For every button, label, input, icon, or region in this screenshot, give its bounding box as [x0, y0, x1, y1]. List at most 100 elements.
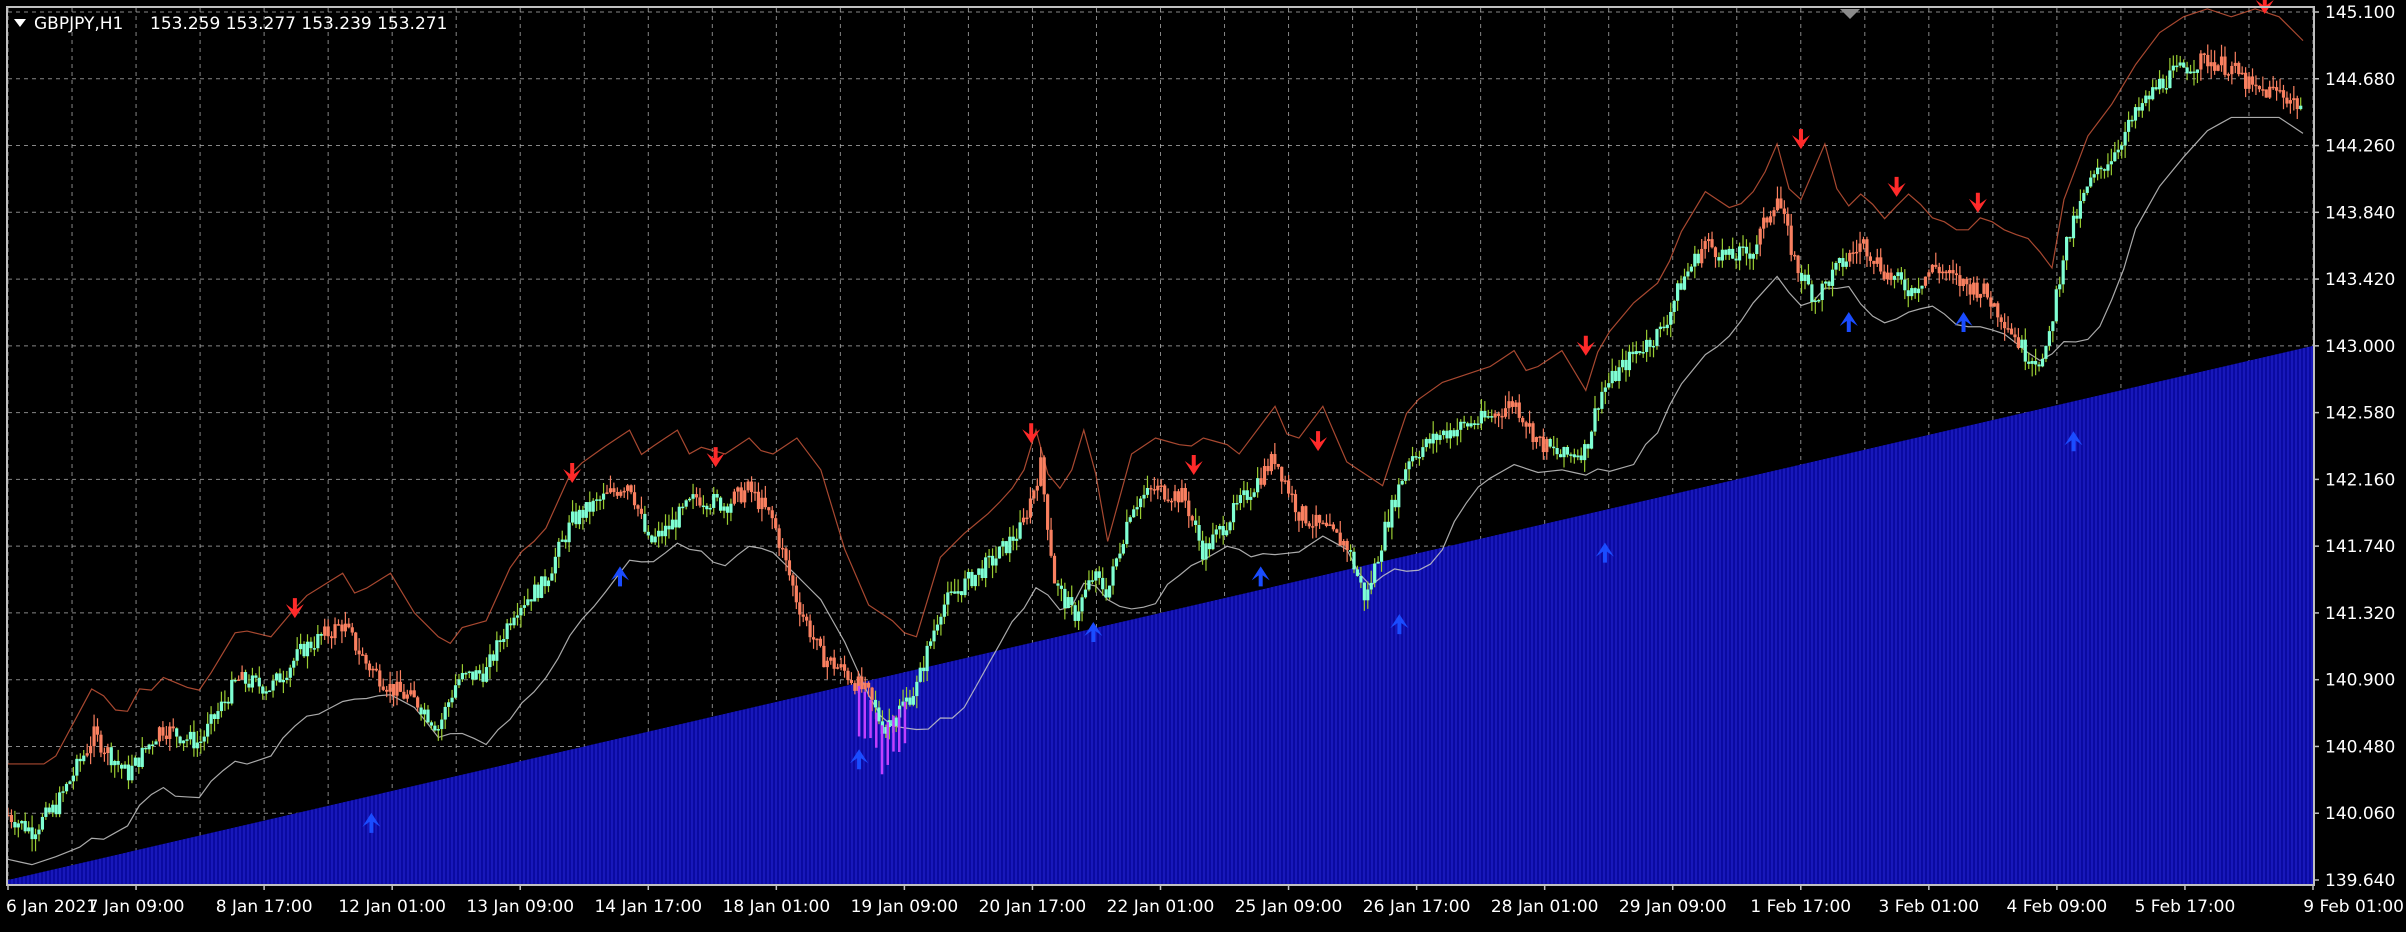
candle-body [1187, 500, 1191, 517]
candle-body [1906, 290, 1910, 297]
candle-body [770, 510, 774, 519]
price-chart[interactable]: 145.100 144.680 144.260 143.840 143.420 143.0… [0, 0, 2406, 932]
candle-body [1259, 478, 1263, 485]
candle-body [2185, 67, 2189, 74]
candle-body [340, 624, 344, 632]
candle-body [364, 654, 368, 664]
candle-body [1410, 456, 1415, 462]
candle-body [1951, 270, 1955, 274]
candle-body [994, 558, 998, 566]
candle-body [1841, 258, 1845, 267]
candle-body [354, 632, 358, 651]
candle-body [691, 494, 695, 499]
candle-body [460, 672, 465, 680]
candle-body [932, 630, 936, 642]
candle-body [1448, 430, 1453, 439]
y-tick-label: 140.900 [2325, 671, 2395, 691]
candle-body [694, 494, 699, 498]
candle-body [2292, 98, 2296, 101]
candle-body [784, 548, 788, 561]
candle-body [1614, 370, 1618, 381]
candle-body [1655, 329, 1659, 346]
candle-body [75, 758, 79, 776]
candle-body [502, 639, 506, 643]
candle-body [1589, 431, 1594, 449]
candle-body [288, 667, 292, 678]
candle-body [120, 764, 124, 769]
candle-body [1021, 517, 1026, 523]
candle-body [2089, 177, 2093, 187]
candle-body [1896, 272, 1900, 277]
candle-body [1569, 454, 1573, 456]
candle-body [643, 513, 647, 532]
candle-body [302, 643, 306, 657]
candle-body [646, 531, 650, 536]
candle-body [536, 584, 540, 598]
candle-body [126, 764, 131, 781]
candle-body [1066, 597, 1070, 609]
candle-body [574, 511, 578, 525]
candle-body [2244, 72, 2248, 89]
candle-body [171, 726, 175, 729]
header: GBPJPY,H1 153.259 153.277 153.239 153.27… [14, 14, 447, 34]
candle-body [622, 490, 626, 493]
chart-window[interactable]: 145.100 144.680 144.260 143.840 143.420 143.0… [0, 0, 2406, 932]
candle-body [997, 546, 1002, 559]
candle-body [2099, 167, 2103, 170]
candle-body [1672, 300, 1676, 312]
candle-body [1483, 410, 1487, 418]
candle-body [474, 670, 478, 680]
candle-body [2126, 119, 2131, 132]
candle-body [195, 742, 199, 749]
y-tick-label: 145.100 [2325, 3, 2395, 23]
candle-body [2116, 149, 2120, 153]
candle-body [44, 807, 48, 817]
candle-body [1118, 553, 1122, 559]
candle-body [1741, 246, 1745, 248]
candle-body [1369, 582, 1373, 590]
candle-body [1269, 454, 1273, 472]
candle-body [1538, 436, 1542, 439]
candle-body [206, 723, 210, 737]
candle-body [1693, 253, 1697, 267]
candle-body [2054, 289, 2058, 322]
x-tick-label: 1 Feb 17:00 [1750, 897, 1851, 917]
candle-body [147, 744, 151, 750]
candle-body [1225, 530, 1229, 536]
candle-body [1703, 241, 1707, 249]
candle-body [1886, 272, 1890, 280]
candle-body [2071, 215, 2076, 239]
candle-body [1555, 448, 1559, 455]
candle-body [1775, 198, 1780, 211]
candle-body [457, 679, 461, 686]
candle-body [1521, 417, 1525, 423]
candle-body [928, 641, 933, 646]
candle-body [181, 740, 186, 744]
candle-body [605, 492, 609, 494]
candle-body [1772, 210, 1776, 217]
candle-body [123, 764, 127, 769]
candle-body [550, 573, 554, 581]
candle-body [1207, 543, 1212, 550]
candle-body [1052, 555, 1057, 584]
candle-body [498, 640, 502, 643]
candle-body [2095, 167, 2100, 175]
candle-body [16, 823, 20, 828]
candle-body [82, 755, 86, 762]
candle-body [443, 706, 447, 720]
candle-body [653, 536, 657, 543]
candle-body [1355, 569, 1360, 576]
candle-body [787, 560, 792, 576]
candle-body [2040, 358, 2045, 367]
candle-body [484, 667, 489, 682]
candle-body [1462, 421, 1466, 424]
candle-body [2154, 87, 2158, 90]
candle-body [467, 671, 471, 674]
candle-body [1503, 408, 1508, 417]
candle-body [1424, 438, 1428, 448]
candle-body [350, 627, 354, 633]
candle-body [1335, 529, 1339, 533]
candle-body [925, 645, 929, 672]
candle-body [2230, 65, 2234, 75]
candle-body [2261, 89, 2265, 91]
